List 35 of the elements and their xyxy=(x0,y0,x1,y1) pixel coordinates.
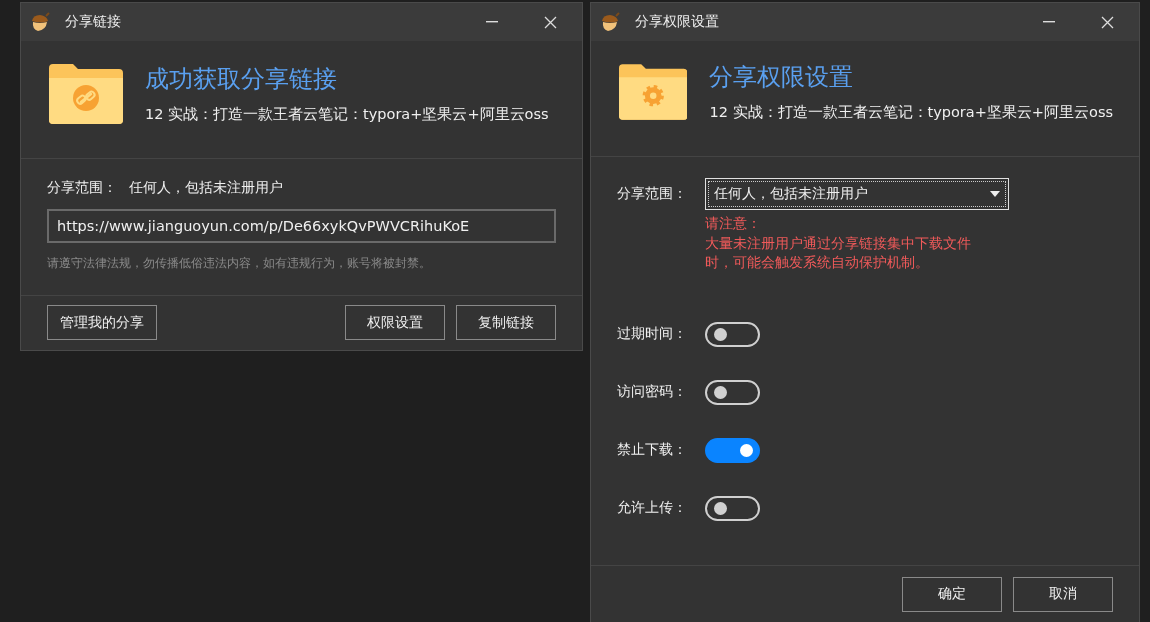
toggle-switch[interactable] xyxy=(705,379,760,405)
minimize-icon xyxy=(486,21,498,23)
dialog-button[interactable]: 权限设置 xyxy=(345,305,445,340)
acorn-icon xyxy=(29,12,51,32)
minimize-icon xyxy=(1043,21,1055,23)
toggle-switch[interactable] xyxy=(705,437,760,463)
option-label: 禁止下载： xyxy=(617,441,688,459)
folder-gear-icon xyxy=(619,61,688,122)
dialog-button[interactable]: 确定 xyxy=(902,576,1002,612)
close-icon xyxy=(543,15,557,29)
close-icon xyxy=(1100,15,1114,29)
option-label: 过期时间： xyxy=(617,325,688,343)
scope-dropdown[interactable]: 任何人，包括未注册用户 xyxy=(705,178,1009,210)
dialog-heading: 分享权限设置 xyxy=(709,62,855,93)
link-field[interactable]: https://www.jianguoyun.com/p/De66xykQvPWVCRihuKoE xyxy=(47,209,556,243)
scope-label: 分享范围： xyxy=(47,179,117,197)
acorn-icon xyxy=(599,12,621,32)
dialog-button[interactable]: 管理我的分享 xyxy=(47,305,157,340)
window-title: 分享链接 xyxy=(65,13,122,31)
scope-value: 任何人，包括未注册用户 xyxy=(129,179,283,197)
file-name: 12 实战：打造一款王者云笔记：typora+坚果云+阿里云oss xyxy=(145,105,549,124)
dialog-heading: 成功获取分享链接 xyxy=(145,64,338,95)
option-label: 访问密码： xyxy=(617,383,688,401)
dialog-button[interactable]: 取消 xyxy=(1013,576,1113,612)
folder-link-icon xyxy=(49,63,123,124)
toggle-switch[interactable] xyxy=(705,321,760,347)
window-title: 分享权限设置 xyxy=(635,13,720,31)
dialog-button[interactable]: 复制链接 xyxy=(456,305,556,340)
option-label: 允许上传： xyxy=(617,499,688,517)
warning-text: 请注意： 大量未注册用户通过分享链接集中下载文件 时，可能会触发系统自动保护机制。 xyxy=(705,214,972,272)
legal-notice: 请遵守法律法规，勿传播低俗违法内容，如有违规行为，账号将被封禁。 xyxy=(47,255,432,272)
caret-icon xyxy=(990,191,1000,197)
scope-label: 分享范围： xyxy=(617,184,688,203)
file-name: 12 实战：打造一款王者云笔记：typora+坚果云+阿里云oss xyxy=(709,103,1113,122)
toggle-switch[interactable] xyxy=(705,495,760,521)
